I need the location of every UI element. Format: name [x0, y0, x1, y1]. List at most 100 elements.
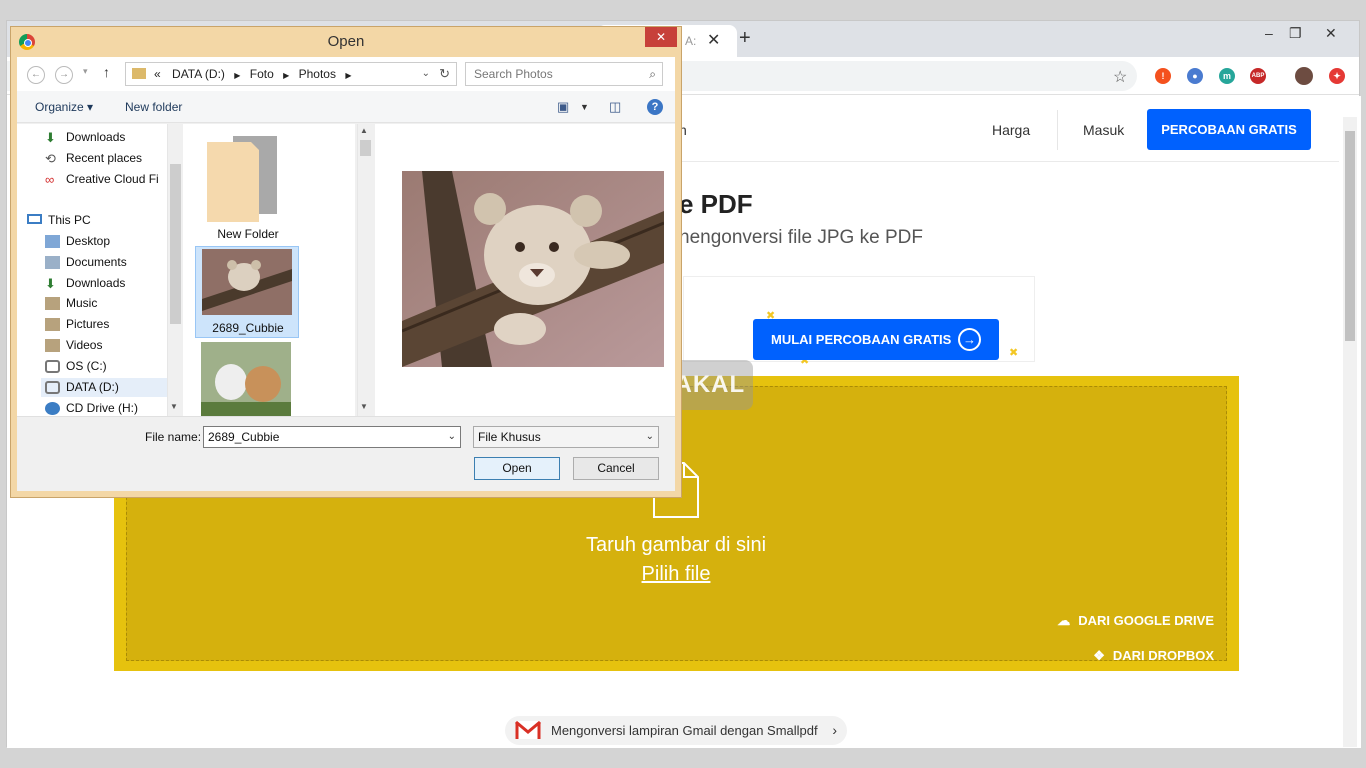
nav-item-documents[interactable]: Documents: [41, 253, 167, 272]
folder-icon: [45, 256, 60, 269]
view-dropdown-icon[interactable]: ▼: [580, 102, 589, 112]
folder-icon: [207, 136, 277, 222]
search-input[interactable]: Search Photos ⌕: [465, 62, 663, 86]
extension-red-icon[interactable]: ✦: [1329, 68, 1345, 84]
dropbox-icon: ❖: [1093, 648, 1105, 663]
nav-item-label: Creative Cloud Fi: [66, 172, 159, 186]
cloud-icon: ☁: [1057, 613, 1071, 628]
scroll-up-icon[interactable]: ▲: [360, 126, 368, 135]
scrollbar-thumb[interactable]: [170, 164, 181, 324]
folder-icon: [45, 339, 60, 352]
google-drive-option[interactable]: ☁ DARI GOOGLE DRIVE: [1057, 613, 1214, 629]
gmail-icon: [515, 720, 541, 739]
dropbox-option[interactable]: ❖ DARI DROPBOX: [1093, 648, 1214, 664]
choose-file-link[interactable]: Pilih file: [7, 563, 1345, 586]
organize-menu[interactable]: Organize ▾: [35, 100, 93, 114]
forward-icon[interactable]: →: [55, 66, 73, 84]
back-icon[interactable]: ←: [27, 66, 45, 84]
scrollbar-thumb[interactable]: [360, 140, 371, 156]
chevron-down-icon[interactable]: ⌄: [448, 427, 456, 447]
lion-cub-thumbnail[interactable]: [202, 249, 292, 315]
breadcrumb-foto[interactable]: Foto: [250, 67, 274, 81]
extension-alert-icon[interactable]: !: [1155, 68, 1171, 84]
gmail-pill-label: Mengonversi lampiran Gmail dengan Smallp…: [551, 723, 818, 738]
nav-item-desktop[interactable]: Desktop: [41, 232, 167, 251]
nav-item-label: Videos: [66, 338, 103, 352]
nav-item-label: OS (C:): [66, 359, 107, 373]
nav-underline: [667, 161, 1339, 162]
path-breadcrumb[interactable]: « DATA (D:) ▶ Foto ▶ Photos ▶ ⌄ ↻: [125, 62, 457, 86]
window-close-icon[interactable]: ✕: [1325, 25, 1337, 42]
new-tab-icon[interactable]: +: [739, 27, 751, 50]
help-icon[interactable]: ?: [647, 99, 663, 115]
nav-item-downloads-pc[interactable]: ⬇ Downloads: [41, 274, 167, 293]
minimize-icon[interactable]: –: [1265, 25, 1273, 41]
breadcrumb-photos[interactable]: Photos: [299, 67, 336, 81]
bookmark-star-icon[interactable]: ☆: [1113, 67, 1127, 87]
nav-item-creative-cloud[interactable]: ∞ Creative Cloud Fi: [41, 170, 167, 189]
nav-item-downloads[interactable]: ⬇ Downloads: [41, 128, 167, 147]
chevron-down-icon[interactable]: ⌄: [422, 63, 430, 85]
address-row: ← → ▾ ↑ « DATA (D:) ▶ Foto ▶ Photos ▶ ⌄ …: [17, 57, 675, 91]
extension-person-icon[interactable]: ●: [1187, 68, 1203, 84]
nav-masuk-link[interactable]: Masuk: [1083, 122, 1124, 138]
file-name-input[interactable]: 2689_Cubbie ⌄: [203, 426, 461, 448]
nav-item-label: Desktop: [66, 234, 111, 248]
tab-close-icon[interactable]: ✕: [707, 30, 720, 50]
nav-item-data-d[interactable]: DATA (D:): [41, 378, 167, 397]
folder-icon: [45, 235, 60, 248]
nav-item-music[interactable]: Music: [41, 294, 167, 313]
restore-icon[interactable]: ❐: [1289, 25, 1302, 42]
file-type-select[interactable]: File Khusus ⌄: [473, 426, 659, 448]
open-dialog: Open ✕ ← → ▾ ↑ « DATA (D:) ▶ Foto ▶ Phot…: [10, 26, 682, 498]
command-bar: Organize ▾ New folder ▣ ▼ ◫ ?: [17, 91, 675, 123]
breadcrumb-data-drive[interactable]: DATA (D:): [172, 67, 225, 81]
nav-pane-scrollbar[interactable]: ▼: [167, 124, 183, 416]
refresh-icon[interactable]: ↻: [439, 63, 450, 85]
trial-button[interactable]: PERCOBAAN GRATIS: [1147, 109, 1311, 150]
breadcrumb-overflow[interactable]: «: [154, 67, 161, 81]
nav-harga-link[interactable]: Harga: [992, 122, 1030, 138]
lion-cub-preview-image: [402, 171, 664, 367]
google-drive-label: DARI GOOGLE DRIVE: [1078, 613, 1214, 628]
nav-item-videos[interactable]: Videos: [41, 336, 167, 355]
preview-pane-icon[interactable]: ◫: [609, 99, 621, 115]
breadcrumb-separator-icon: ▶: [283, 71, 290, 80]
nav-item-recent-places[interactable]: ⟲ Recent places: [41, 149, 167, 168]
start-trial-button[interactable]: MULAI PERCOBAAN GRATIS →: [753, 319, 999, 360]
drive-icon: [45, 360, 60, 373]
sparkle-icon: ✖: [1009, 347, 1019, 359]
chevron-down-icon: ⌄: [645, 431, 654, 442]
nav-item-this-pc[interactable]: This PC: [23, 211, 167, 230]
file-item-label[interactable]: New Folder: [183, 227, 313, 241]
cd-icon: [45, 402, 60, 415]
file-list-scrollbar[interactable]: ▲ ▼: [357, 124, 373, 416]
rabbits-thumbnail[interactable]: [201, 342, 291, 416]
extension-abp-icon[interactable]: ABP: [1250, 68, 1266, 84]
nav-item-pictures[interactable]: Pictures: [41, 315, 167, 334]
up-arrow-icon[interactable]: ↑: [103, 64, 110, 80]
cancel-button[interactable]: Cancel: [573, 457, 659, 480]
open-button[interactable]: Open: [474, 457, 560, 480]
recent-dropdown-icon[interactable]: ▾: [83, 66, 88, 77]
page-scrollbar-thumb[interactable]: [1345, 131, 1355, 341]
scroll-down-icon[interactable]: ▼: [170, 402, 178, 411]
profile-avatar[interactable]: [1295, 67, 1313, 85]
nav-divider: [1057, 110, 1058, 150]
computer-icon: [27, 214, 42, 224]
chevron-right-icon: ›: [832, 722, 837, 738]
dialog-footer: File name: 2689_Cubbie ⌄ File Khusus ⌄ O…: [17, 416, 675, 491]
dialog-title: Open: [327, 33, 365, 50]
extension-m-icon[interactable]: m: [1219, 68, 1235, 84]
drop-instruction: Taruh gambar di sini: [585, 534, 767, 556]
preview-pane: [375, 124, 675, 416]
breadcrumb-separator-icon: ▶: [234, 71, 241, 80]
view-icon[interactable]: ▣: [557, 99, 569, 115]
nav-item-os-c[interactable]: OS (C:): [41, 357, 167, 376]
gmail-convert-pill[interactable]: Mengonversi lampiran Gmail dengan Smallp…: [505, 716, 847, 745]
drive-icon: [45, 381, 60, 394]
new-folder-button[interactable]: New folder: [125, 100, 182, 114]
nav-item-label: CD Drive (H:): [66, 401, 138, 415]
scroll-down-icon[interactable]: ▼: [360, 402, 368, 411]
dialog-close-button[interactable]: ✕: [645, 27, 677, 47]
